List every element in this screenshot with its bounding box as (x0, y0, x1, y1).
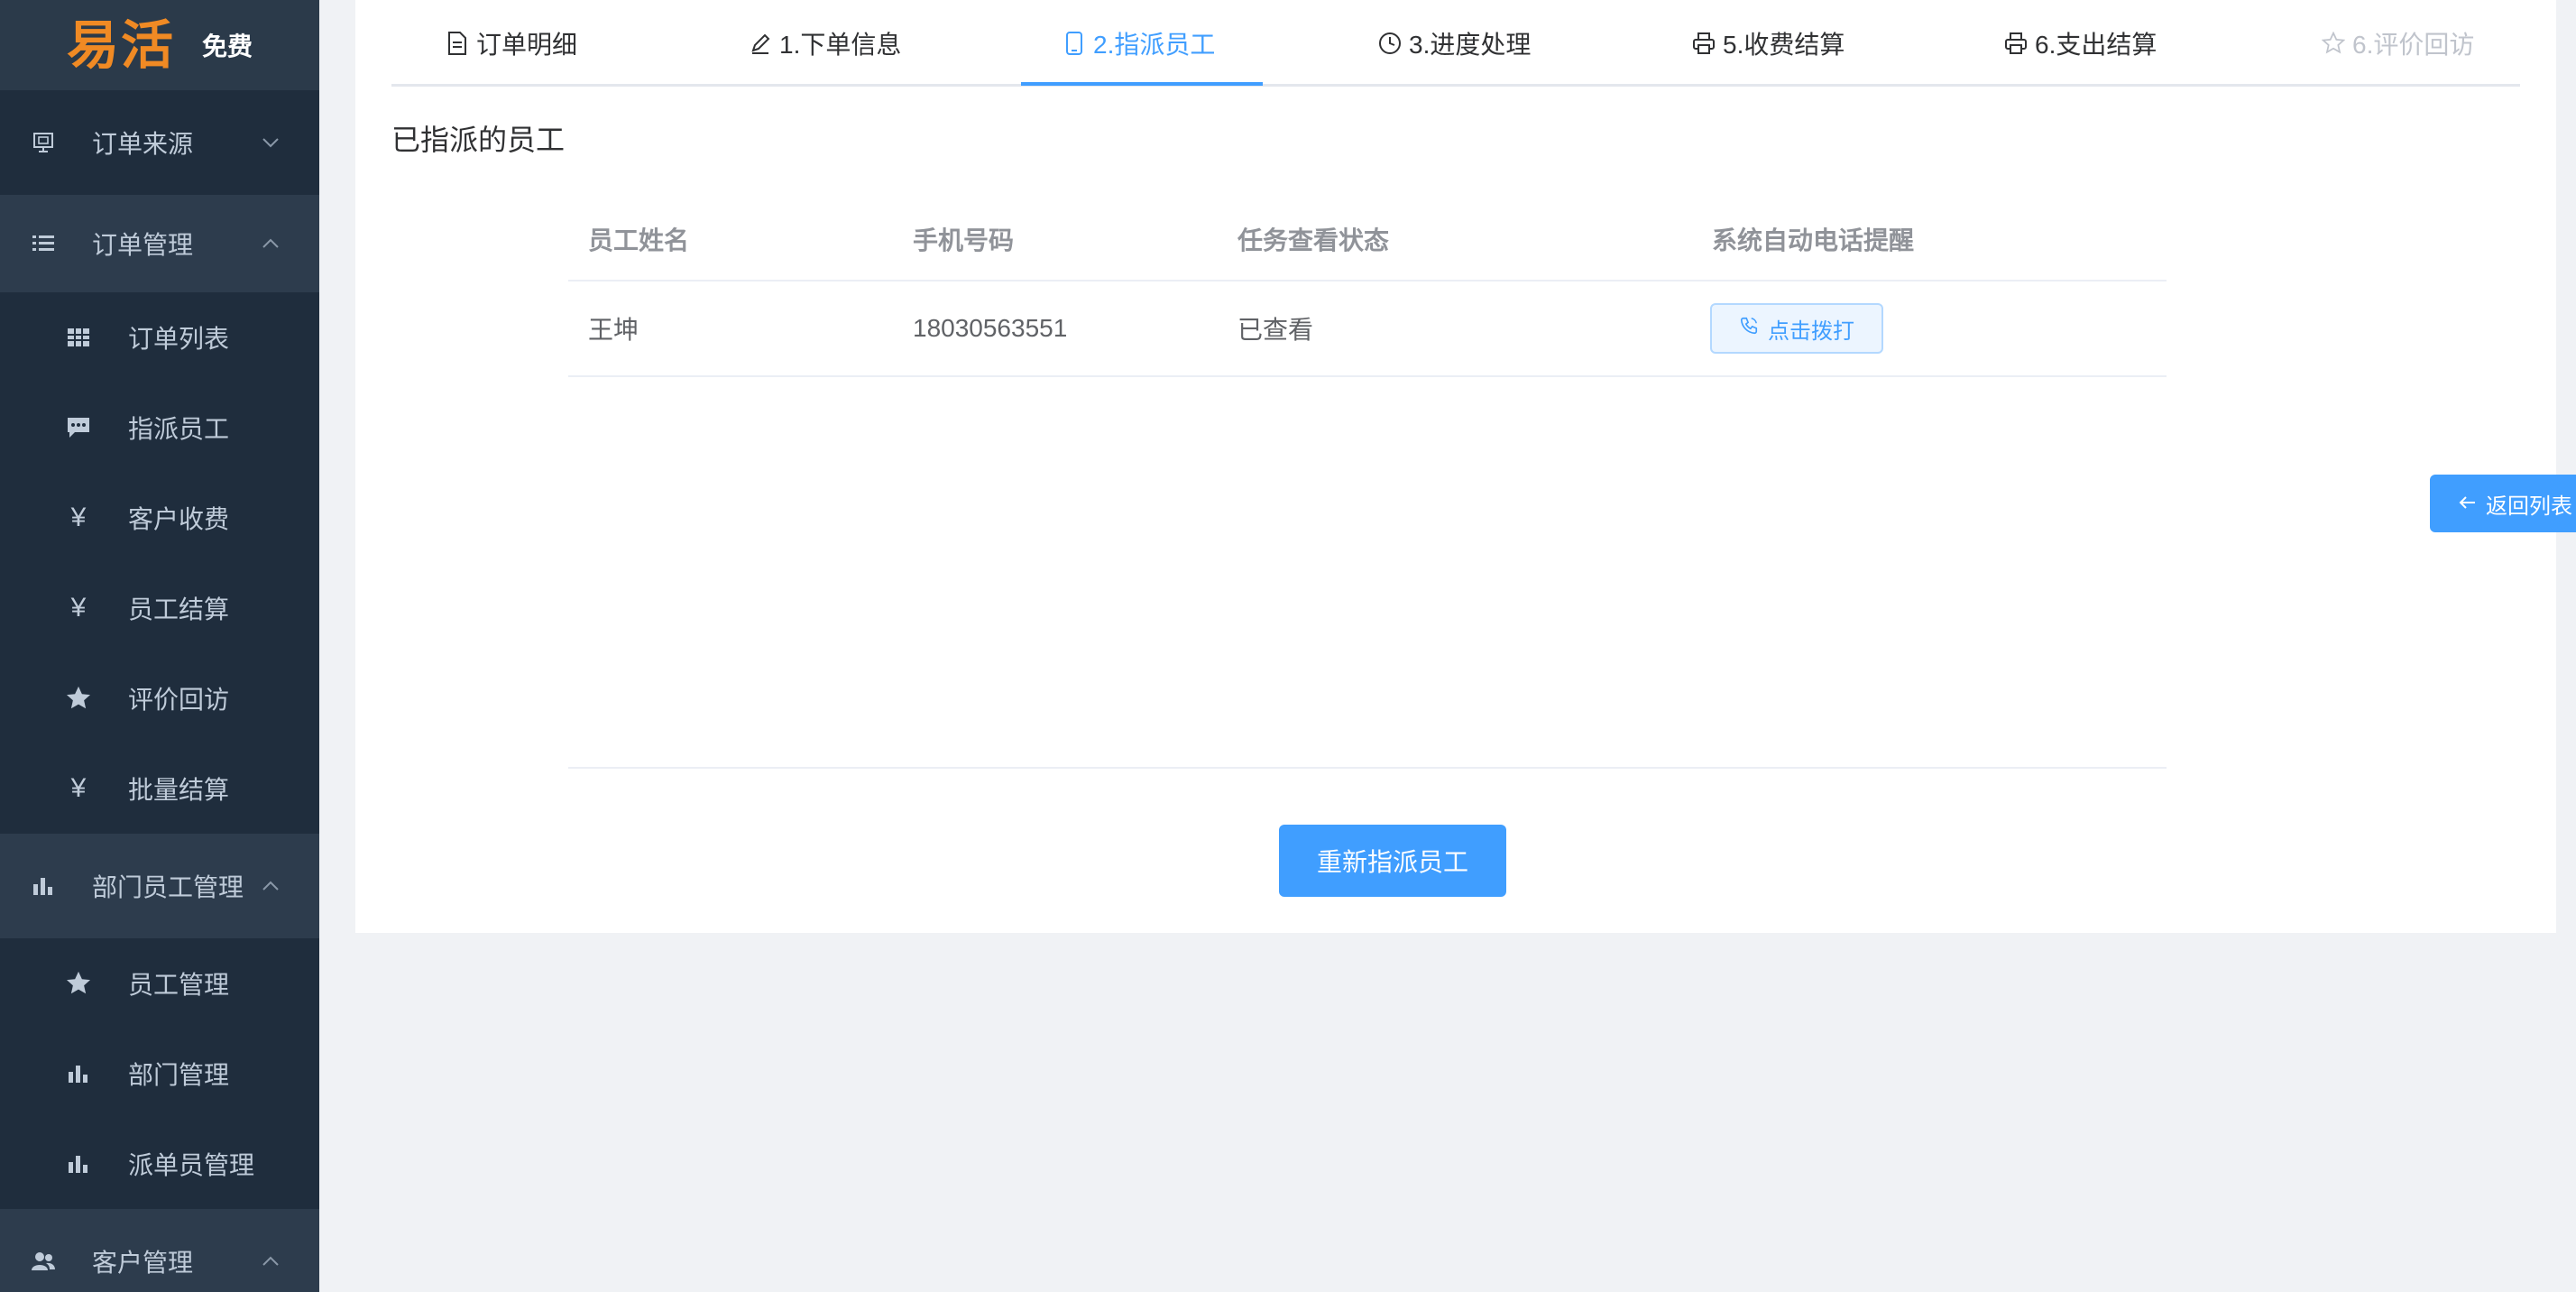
call-button[interactable]: 点击拨打 (1710, 303, 1883, 354)
table-header: 员工姓名 手机号码 任务查看状态 系统自动电话提醒 (568, 198, 2167, 281)
column-header: 手机号码 (913, 226, 1015, 254)
table-row: 王坤 18030563551 已查看 点击拨打 (568, 281, 2167, 377)
column-header: 系统自动电话提醒 (1712, 226, 1915, 254)
sidebar-item-label: 评价回访 (128, 686, 230, 714)
bar-chart-icon (65, 1060, 92, 1087)
bar-chart-icon (31, 873, 56, 899)
chat-icon (65, 414, 92, 441)
sidebar-item-staff-settlement[interactable]: ¥ 员工结算 (0, 563, 319, 653)
printer-icon (1692, 32, 1716, 55)
phone-icon (1739, 316, 1759, 342)
yen-icon: ¥ (70, 773, 87, 803)
tab-order-info[interactable]: 1.下单信息 (749, 0, 901, 87)
tab-label: 3.进度处理 (1409, 31, 1532, 59)
step-tabs: 订单明细 1.下单信息 2.指派员工 3.进度处理 5.收费结算 6.支出结算 (391, 0, 2520, 87)
column-header: 员工姓名 (588, 226, 690, 254)
edit-icon (749, 32, 772, 55)
tab-label: 6.评价回访 (2352, 31, 2475, 59)
back-to-list-button[interactable]: 返回列表 (2430, 475, 2576, 532)
staff-name: 王坤 (588, 316, 639, 344)
sidebar-item-label: 部门管理 (128, 1061, 230, 1089)
tab-charge-settlement[interactable]: 5.收费结算 (1692, 0, 1845, 87)
sidebar-item-assign-staff[interactable]: 指派员工 (0, 383, 319, 473)
assigned-staff-table: 员工姓名 手机号码 任务查看状态 系统自动电话提醒 王坤 18030563551… (568, 198, 2167, 377)
sidebar-group-label: 订单管理 (92, 231, 194, 259)
logo-text: 易活 (67, 14, 176, 76)
logo[interactable]: 易活 免费 (0, 0, 319, 90)
reassign-staff-button[interactable]: 重新指派员工 (1279, 825, 1506, 897)
sidebar-group-order-source[interactable]: 订单来源 (0, 90, 319, 195)
sidebar-group-label: 订单来源 (92, 130, 194, 158)
mobile-icon (1063, 32, 1086, 55)
tab-assign-staff[interactable]: 2.指派员工 (1063, 0, 1215, 87)
chevron-up-icon (262, 1252, 280, 1270)
tab-label: 订单明细 (476, 31, 578, 59)
chevron-up-icon (262, 877, 280, 895)
tab-progress[interactable]: 3.进度处理 (1378, 0, 1531, 87)
users-icon (31, 1249, 56, 1274)
logo-badge: 免费 (202, 32, 253, 60)
sidebar-item-label: 客户收费 (128, 505, 230, 533)
tab-label: 1.下单信息 (779, 31, 902, 59)
grid-icon (65, 324, 92, 351)
document-icon (446, 32, 469, 55)
content-card (355, 0, 2556, 933)
tab-label: 2.指派员工 (1093, 31, 1216, 59)
tab-order-details[interactable]: 订单明细 (446, 0, 577, 87)
yen-icon: ¥ (70, 503, 87, 532)
active-tab-indicator (1021, 82, 1263, 86)
arrow-left-icon (2459, 491, 2477, 516)
tab-label: 6.支出结算 (2035, 31, 2157, 59)
clock-icon (1378, 32, 1402, 55)
sidebar-item-label: 员工结算 (128, 595, 230, 623)
sidebar-item-review-followup[interactable]: 评价回访 (0, 653, 319, 743)
sidebar-item-dispatcher-management[interactable]: 派单员管理 (0, 1119, 319, 1209)
sidebar-item-staff-management[interactable]: 员工管理 (0, 938, 319, 1029)
star-icon (65, 685, 92, 712)
view-status: 已查看 (1237, 316, 1314, 344)
sidebar-group-order-management[interactable]: 订单管理 (0, 195, 319, 292)
sidebar-item-label: 订单列表 (128, 325, 230, 353)
call-cell: 点击拨打 (1710, 281, 1883, 375)
section-title: 已指派的员工 (391, 124, 566, 156)
tab-expense-settlement[interactable]: 6.支出结算 (2004, 0, 2157, 87)
back-button-label: 返回列表 (2486, 494, 2572, 519)
sidebar-group-customer-management[interactable]: 客户管理 (0, 1209, 319, 1292)
chevron-up-icon (262, 235, 280, 253)
sidebar-item-customer-charge[interactable]: ¥ 客户收费 (0, 473, 319, 563)
sidebar-group-department-staff[interactable]: 部门员工管理 (0, 834, 319, 938)
staff-phone: 18030563551 (913, 314, 1068, 342)
tab-label: 5.收费结算 (1723, 31, 1845, 59)
list-icon (31, 231, 56, 256)
sidebar-item-order-list[interactable]: 订单列表 (0, 292, 319, 383)
yen-icon: ¥ (70, 593, 87, 623)
sidebar-item-department-management[interactable]: 部门管理 (0, 1029, 319, 1119)
order-source-icon (31, 130, 56, 155)
star-outline-icon (2322, 32, 2345, 55)
chevron-down-icon (262, 134, 280, 152)
call-button-label: 点击拨打 (1768, 318, 1854, 344)
table-bottom-border (568, 767, 2167, 769)
sidebar-group-label: 部门员工管理 (92, 873, 244, 901)
star-icon (65, 970, 92, 997)
printer-icon (2004, 32, 2028, 55)
sidebar-group-label: 客户管理 (92, 1249, 194, 1277)
sidebar-item-label: 派单员管理 (128, 1151, 255, 1179)
sidebar-item-label: 批量结算 (128, 776, 230, 804)
sidebar: 易活 免费 订单来源 订单管理 订单列表 指派员工 ¥ 客户收费 ¥ 员工结算 … (0, 0, 319, 1292)
sidebar-item-batch-settlement[interactable]: ¥ 批量结算 (0, 743, 319, 834)
sidebar-item-label: 员工管理 (128, 971, 230, 999)
bar-chart-icon (65, 1150, 92, 1177)
sidebar-item-label: 指派员工 (128, 415, 230, 443)
column-header: 任务查看状态 (1237, 226, 1390, 254)
tab-review-followup: 6.评价回访 (2322, 0, 2474, 87)
